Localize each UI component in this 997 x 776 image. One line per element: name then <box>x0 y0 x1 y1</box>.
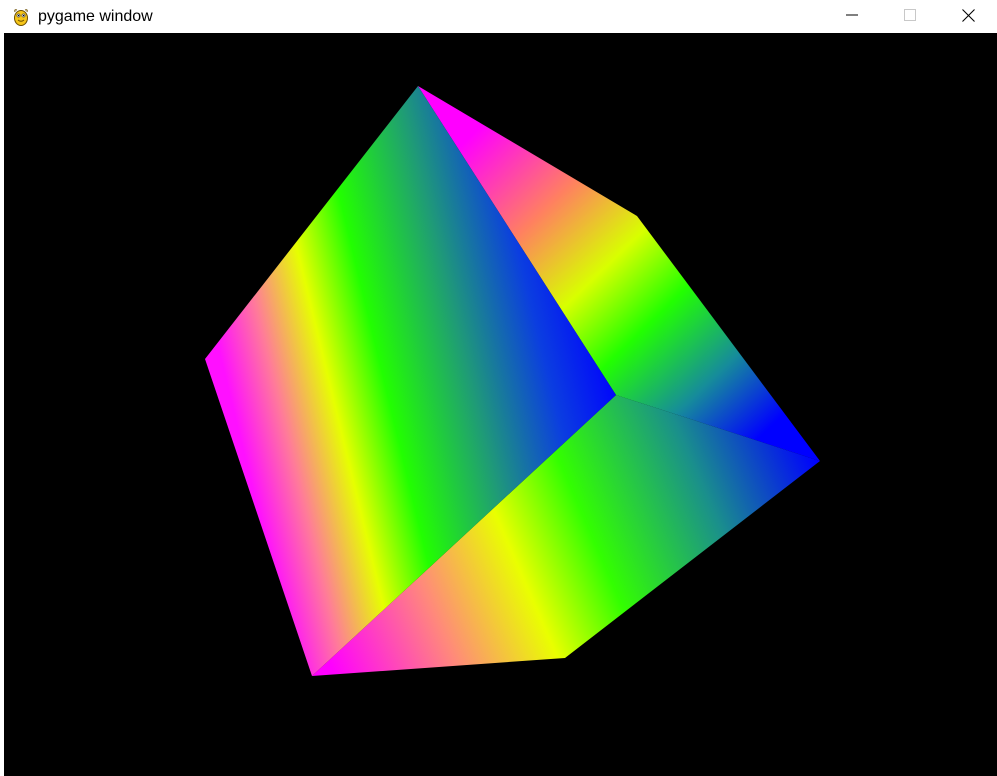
window-title: pygame window <box>38 8 153 25</box>
minimize-button[interactable] <box>823 0 881 30</box>
cube-scene <box>205 86 820 676</box>
render-canvas[interactable] <box>4 33 997 776</box>
pygame-window: pygame window <box>0 0 997 776</box>
minimize-icon <box>846 14 858 16</box>
title-bar[interactable]: pygame window <box>0 0 997 33</box>
close-button[interactable] <box>939 0 997 30</box>
close-icon <box>961 8 975 22</box>
pygame-snake-icon <box>10 6 32 28</box>
window-controls <box>823 0 997 33</box>
maximize-icon <box>904 9 916 21</box>
maximize-button[interactable] <box>881 0 939 30</box>
